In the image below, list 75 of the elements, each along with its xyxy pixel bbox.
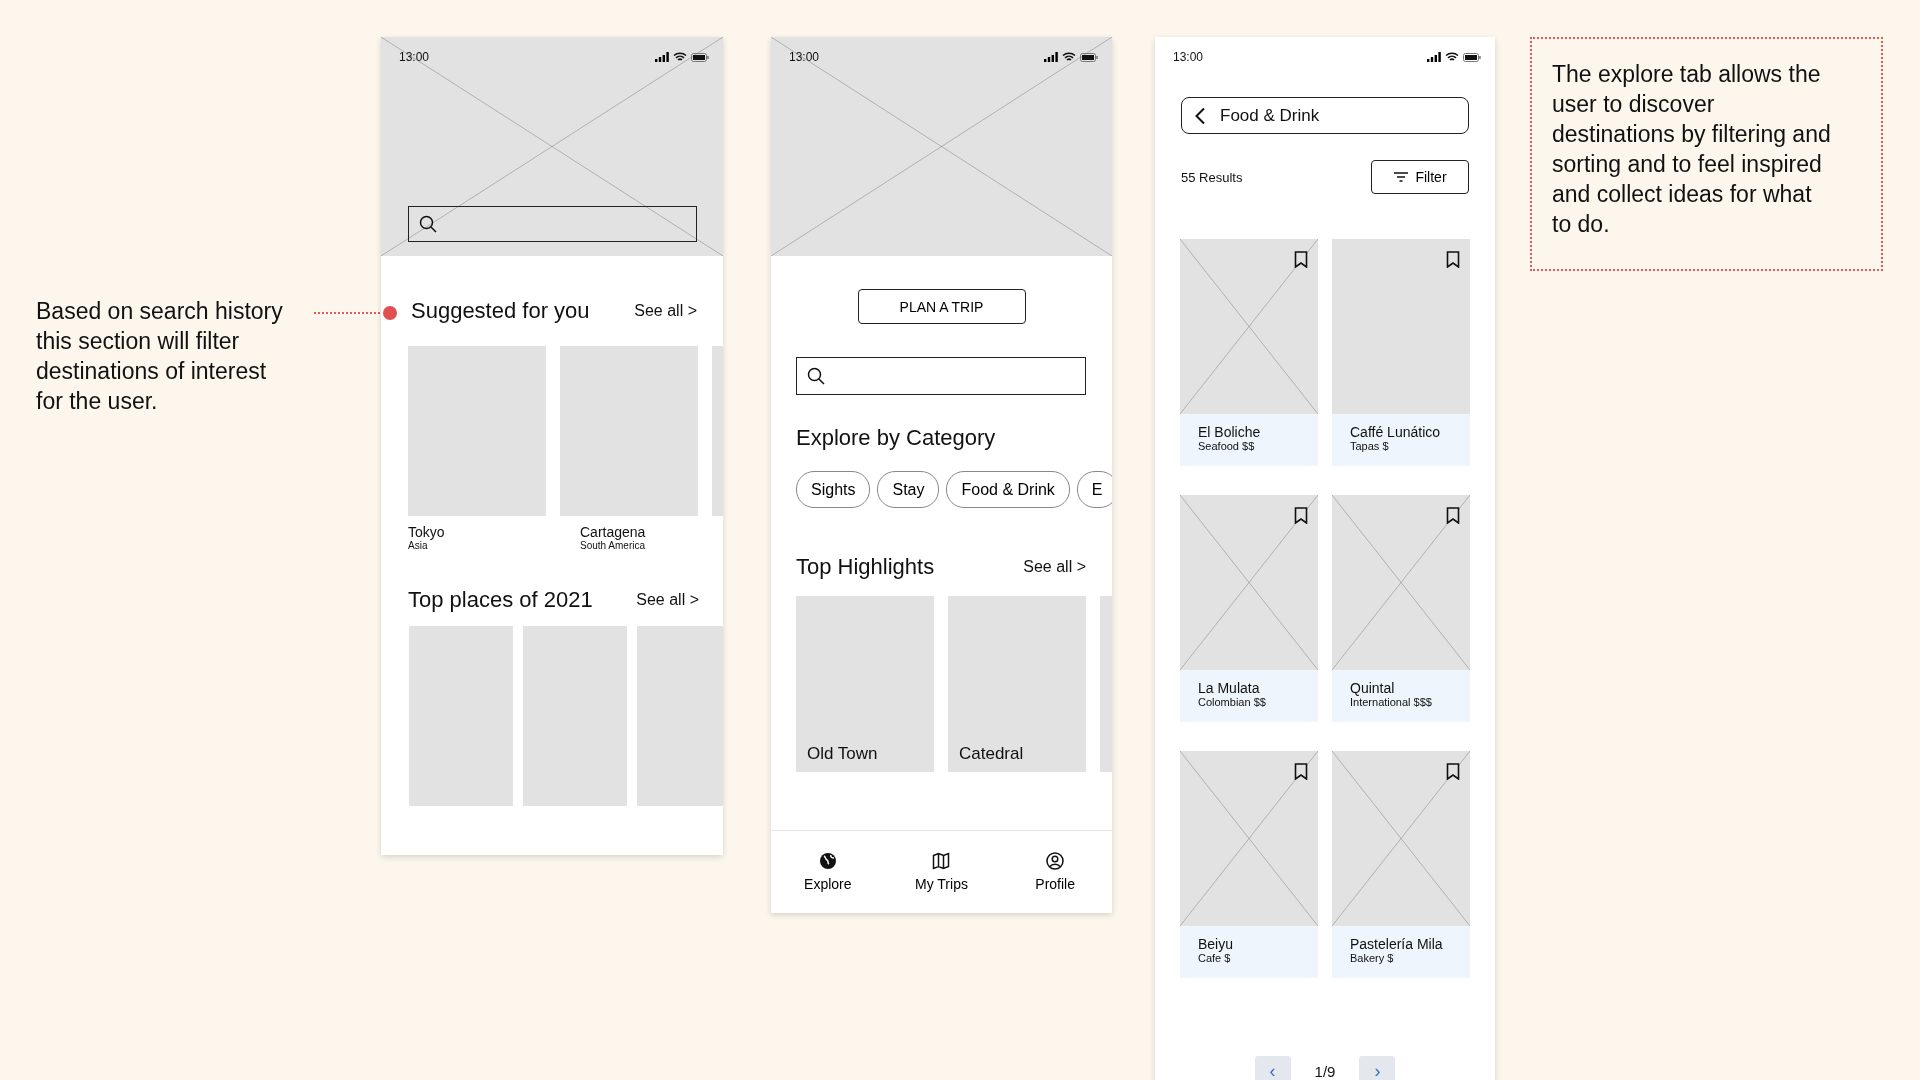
section-title: Suggested for you bbox=[411, 298, 590, 324]
previous-page-button[interactable]: ‹ bbox=[1254, 1056, 1291, 1080]
category-chip[interactable]: Sights bbox=[796, 471, 871, 508]
leader-line bbox=[314, 312, 380, 314]
see-all-link[interactable]: See all > bbox=[634, 302, 697, 320]
search-icon bbox=[807, 367, 825, 385]
status-time: 13:00 bbox=[1173, 50, 1204, 64]
place-image-placeholder[interactable] bbox=[523, 626, 627, 806]
status-time: 13:00 bbox=[399, 50, 430, 64]
destination-region: South America bbox=[580, 540, 647, 551]
place-name: Pastelería Mila bbox=[1350, 937, 1444, 952]
annotation-text: Based on search history this section will filter destinations of interest for the user. bbox=[36, 297, 284, 416]
highlight-card[interactable]: Catedral bbox=[948, 596, 1086, 772]
nav-tab[interactable]: My Trips bbox=[901, 852, 982, 892]
bookmark-icon[interactable] bbox=[1294, 251, 1308, 268]
wifi-icon bbox=[1062, 52, 1076, 62]
section-title: Top places of 2021 bbox=[408, 587, 593, 613]
wifi-icon bbox=[673, 52, 687, 62]
filter-icon bbox=[1393, 171, 1410, 183]
highlight-card[interactable]: Old Town bbox=[796, 596, 934, 772]
place-name: La Mulata bbox=[1198, 681, 1261, 696]
signal-icon bbox=[655, 52, 669, 62]
back-icon[interactable] bbox=[1194, 106, 1206, 125]
destination-name: Tokyo bbox=[408, 524, 446, 540]
place-detail: Cafe $ bbox=[1198, 952, 1232, 964]
section-title: Explore by Category bbox=[796, 425, 996, 451]
place-detail: Seafood $$ bbox=[1198, 440, 1256, 452]
battery-icon bbox=[1080, 52, 1098, 62]
place-name: Quintal bbox=[1350, 681, 1396, 696]
place-detail: Colombian $$ bbox=[1198, 696, 1267, 708]
search-field[interactable] bbox=[408, 206, 697, 242]
place-name: Caffé Lunático bbox=[1350, 425, 1442, 440]
profile-icon bbox=[1046, 852, 1065, 870]
battery-icon bbox=[691, 52, 709, 62]
signal-icon bbox=[1427, 52, 1441, 62]
category-chip[interactable]: Stay bbox=[877, 471, 940, 508]
search-field[interactable] bbox=[796, 357, 1086, 395]
destination-image-placeholder[interactable] bbox=[408, 346, 546, 516]
place-image-placeholder[interactable] bbox=[409, 626, 513, 806]
destination-region: Asia bbox=[408, 540, 429, 551]
next-page-button[interactable]: › bbox=[1359, 1056, 1396, 1080]
filter-button[interactable]: Filter bbox=[1371, 160, 1469, 194]
battery-icon bbox=[1463, 52, 1481, 62]
section-title: Top Highlights bbox=[796, 554, 935, 580]
signal-icon bbox=[1044, 52, 1058, 62]
plan-trip-button[interactable]: PLAN A TRIP bbox=[857, 289, 1026, 324]
bookmark-icon[interactable] bbox=[1446, 763, 1460, 780]
search-icon bbox=[419, 215, 437, 233]
category-chip[interactable]: Food & Drink bbox=[946, 471, 1070, 508]
bookmark-icon[interactable] bbox=[1294, 763, 1308, 780]
category-header-field[interactable]: Food & Drink bbox=[1181, 97, 1469, 134]
see-all-link[interactable]: See all > bbox=[636, 591, 699, 609]
category-title: Food & Drink bbox=[1220, 105, 1320, 126]
status-time: 13:00 bbox=[789, 50, 820, 64]
see-all-link[interactable]: See all > bbox=[1023, 558, 1086, 576]
place-image-placeholder[interactable] bbox=[637, 626, 723, 806]
nav-tab[interactable]: Profile bbox=[1015, 852, 1096, 892]
place-detail: Tapas $ bbox=[1350, 440, 1390, 452]
destination-image-placeholder[interactable] bbox=[560, 346, 698, 516]
map-icon bbox=[932, 852, 951, 870]
bookmark-icon[interactable] bbox=[1294, 507, 1308, 524]
page-indicator: 1/9 bbox=[1314, 1062, 1336, 1080]
globe-icon bbox=[818, 852, 837, 870]
bookmark-icon[interactable] bbox=[1446, 251, 1460, 268]
note-text: The explore tab allows the user to discover destinations by filtering and sorting and to feel inspired and collect ideas for what to do. bbox=[1552, 60, 1832, 239]
nav-tab[interactable]: Explore bbox=[787, 852, 868, 892]
place-detail: Bakery $ bbox=[1350, 952, 1395, 964]
destination-name: Cartagena bbox=[580, 524, 647, 540]
results-count: 55 Results bbox=[1181, 169, 1243, 185]
wifi-icon bbox=[1445, 52, 1459, 62]
place-name: El Boliche bbox=[1198, 425, 1262, 440]
category-chip[interactable]: E bbox=[1076, 471, 1112, 508]
place-name: Beiyu bbox=[1198, 937, 1235, 952]
place-detail: International $$$ bbox=[1350, 696, 1433, 708]
bookmark-icon[interactable] bbox=[1446, 507, 1460, 524]
